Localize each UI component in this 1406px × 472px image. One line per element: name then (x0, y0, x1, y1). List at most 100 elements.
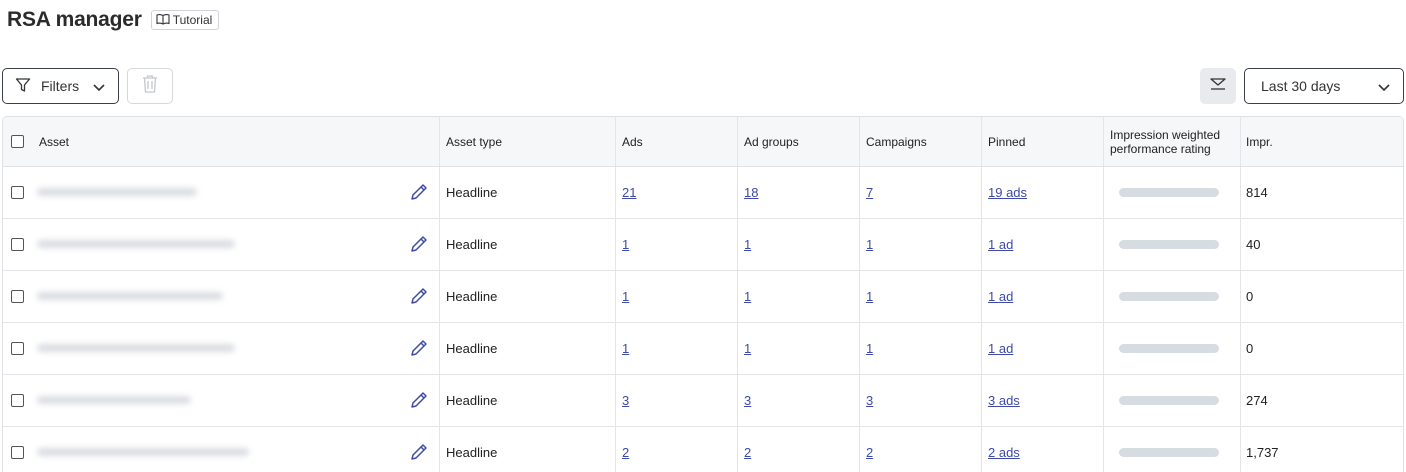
campaigns-link[interactable]: 7 (866, 185, 873, 200)
col-ad-groups[interactable]: Ad groups (738, 117, 860, 166)
book-icon (156, 13, 173, 28)
pencil-icon[interactable] (409, 390, 429, 413)
ads-link[interactable]: 1 (622, 341, 629, 356)
ads-link[interactable]: 2 (622, 445, 629, 460)
asset-type-value: Headline (446, 289, 498, 304)
table-row: Headline 2 2 2 2 ads 1,737 (3, 427, 1403, 472)
tutorial-label: Tutorial (172, 13, 213, 27)
pencil-icon[interactable] (409, 442, 429, 465)
pinned-cell: 1 ad (982, 271, 1104, 322)
collapse-panel-icon (1209, 76, 1227, 97)
impr-value: 40 (1246, 237, 1261, 252)
col-ads[interactable]: Ads (616, 117, 738, 166)
impr-cell: 0 (1241, 271, 1403, 322)
select-all-checkbox[interactable] (11, 135, 24, 148)
ads-link[interactable]: 3 (622, 393, 629, 408)
asset-cell (3, 323, 440, 374)
ads-link[interactable]: 1 (622, 237, 629, 252)
ad-groups-link[interactable]: 3 (744, 393, 751, 408)
ads-link[interactable]: 1 (622, 289, 629, 304)
chevron-down-icon (1377, 80, 1391, 97)
asset-cell (3, 271, 440, 322)
rating-bar (1119, 344, 1219, 353)
pinned-link[interactable]: 2 ads (988, 445, 1020, 460)
filters-label: Filters (41, 78, 80, 94)
rating-bar (1119, 188, 1219, 197)
col-rating[interactable]: Impression weighted performance rating (1104, 117, 1241, 166)
pinned-link[interactable]: 1 ad (988, 289, 1013, 304)
pencil-icon[interactable] (409, 286, 429, 309)
pinned-link[interactable]: 19 ads (988, 185, 1027, 200)
pencil-icon[interactable] (409, 234, 429, 257)
pinned-link[interactable]: 1 ad (988, 341, 1013, 356)
asset-cell (3, 427, 440, 472)
col-rating-label: Impression weighted performance rating (1110, 127, 1221, 156)
rating-cell (1104, 167, 1241, 218)
row-checkbox[interactable] (11, 342, 24, 355)
col-asset[interactable]: Asset (3, 117, 440, 166)
ads-cell: 1 (616, 219, 738, 270)
pinned-link[interactable]: 3 ads (988, 393, 1020, 408)
collapse-panel-button[interactable] (1200, 68, 1236, 104)
table-row: Headline 3 3 3 3 ads 274 (3, 375, 1403, 427)
row-checkbox[interactable] (11, 238, 24, 251)
filter-funnel-icon (15, 77, 31, 96)
row-checkbox[interactable] (11, 394, 24, 407)
ads-link[interactable]: 21 (622, 185, 636, 200)
ad-groups-link[interactable]: 18 (744, 185, 758, 200)
impr-value: 1,737 (1246, 445, 1279, 460)
delete-button[interactable] (127, 68, 173, 104)
campaigns-link[interactable]: 3 (866, 393, 873, 408)
col-impr[interactable]: Impr. (1241, 117, 1403, 166)
date-range-select[interactable]: Last 30 days (1244, 68, 1404, 104)
ad-groups-cell: 2 (738, 427, 860, 472)
rating-cell (1104, 271, 1241, 322)
campaigns-cell: 1 (860, 271, 982, 322)
impr-value: 0 (1246, 289, 1254, 304)
campaigns-link[interactable]: 1 (866, 341, 873, 356)
rating-bar (1119, 448, 1219, 457)
col-asset-type[interactable]: Asset type (440, 117, 616, 166)
ad-groups-link[interactable]: 1 (744, 341, 751, 356)
impr-value: 274 (1246, 393, 1268, 408)
campaigns-link[interactable]: 2 (866, 445, 873, 460)
asset-text-redacted (37, 344, 235, 352)
chevron-down-icon (92, 80, 106, 97)
pencil-icon[interactable] (409, 182, 429, 205)
asset-type-cell: Headline (440, 271, 616, 322)
asset-type-cell: Headline (440, 375, 616, 426)
table-row: Headline 1 1 1 1 ad 0 (3, 323, 1403, 375)
campaigns-link[interactable]: 1 (866, 237, 873, 252)
asset-type-cell: Headline (440, 167, 616, 218)
impr-cell: 1,737 (1241, 427, 1403, 472)
date-range-value: Last 30 days (1261, 78, 1341, 94)
col-impr-label: Impr. (1246, 134, 1273, 149)
impr-cell: 814 (1241, 167, 1403, 218)
row-checkbox[interactable] (11, 186, 24, 199)
campaigns-link[interactable]: 1 (866, 289, 873, 304)
col-ad-groups-label: Ad groups (744, 134, 799, 149)
campaigns-cell: 2 (860, 427, 982, 472)
tutorial-button[interactable]: Tutorial (150, 10, 220, 30)
ad-groups-link[interactable]: 1 (744, 237, 751, 252)
pencil-icon[interactable] (409, 338, 429, 361)
row-checkbox[interactable] (11, 446, 24, 459)
page-title: RSA manager (7, 8, 142, 31)
col-ads-label: Ads (622, 134, 643, 149)
col-campaigns-label: Campaigns (866, 134, 927, 149)
table-row: Headline 1 1 1 1 ad 40 (3, 219, 1403, 271)
ads-cell: 21 (616, 167, 738, 218)
rating-bar (1119, 240, 1219, 249)
ad-groups-cell: 1 (738, 219, 860, 270)
pinned-link[interactable]: 1 ad (988, 237, 1013, 252)
impr-cell: 274 (1241, 375, 1403, 426)
col-pinned[interactable]: Pinned (982, 117, 1104, 166)
pinned-cell: 2 ads (982, 427, 1104, 472)
filters-button[interactable]: Filters (2, 68, 119, 104)
row-checkbox[interactable] (11, 290, 24, 303)
col-campaigns[interactable]: Campaigns (860, 117, 982, 166)
ad-groups-link[interactable]: 2 (744, 445, 751, 460)
trash-icon (141, 74, 159, 99)
ad-groups-cell: 1 (738, 323, 860, 374)
ad-groups-link[interactable]: 1 (744, 289, 751, 304)
